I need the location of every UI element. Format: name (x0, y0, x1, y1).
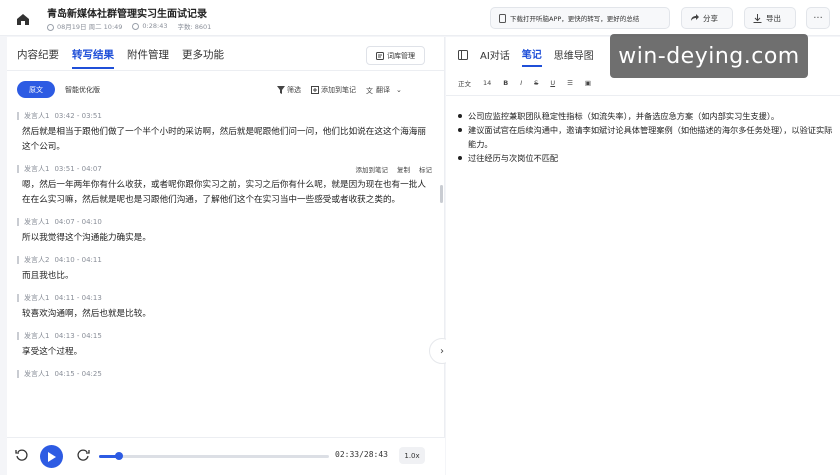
speaker-line: 发言人1 04:13 - 04:15 (17, 330, 432, 342)
underline-button[interactable]: U (550, 79, 555, 87)
divider (446, 95, 840, 96)
left-tabs: 内容纪要 转写结果 附件管理 更多功能 (17, 47, 224, 69)
share-button[interactable]: 分享 (681, 7, 733, 29)
svg-text:文: 文 (366, 86, 373, 94)
playback-time: 02:33/28:43 (335, 450, 388, 459)
speaker-line: 发言人1 04:11 - 04:13 (17, 292, 432, 304)
rewind-icon[interactable] (15, 448, 29, 465)
image-icon[interactable]: ▣ (585, 79, 591, 87)
row-actions: 添加到笔记 复制 标记 (356, 164, 433, 174)
forward-icon[interactable] (76, 448, 90, 465)
transcript-text: 享受这个过程。 (22, 347, 83, 357)
speaker-line: 发言人2 04:10 - 04:11 (17, 254, 432, 266)
chevron-down-icon: ⌄ (396, 86, 402, 94)
note-item[interactable]: 公司应监控兼职团队稳定性指标（如流失率），并备选应急方案（如内部实习生支援）。 (456, 109, 834, 123)
transcript-text: 嗯，然后一年两年你有什么收获，或者呢你跟你实习之前，实习之后你有什么呢，就是因为… (22, 180, 426, 205)
tab-summary[interactable]: 内容纪要 (17, 47, 59, 69)
list-icon[interactable]: ☰ (567, 79, 573, 87)
play-button[interactable] (40, 445, 63, 468)
speaker-line: 发言人1 03:51 - 04:07 添加到笔记 复制 标记 (17, 163, 432, 175)
smart-version-button[interactable]: 智能优化版 (65, 85, 100, 95)
share-icon (691, 14, 699, 21)
notes-list: 公司应监控兼职团队稳定性指标（如流失率），并备选应急方案（如内部实习生支援）。 … (456, 109, 834, 165)
row-add-note-button[interactable]: 添加到笔记 (356, 164, 389, 174)
transcript-entry[interactable]: 发言人1 04:07 - 04:10 所以我觉得这个沟通能力确实是。 (17, 216, 432, 246)
row-copy-button[interactable]: 复制 (397, 164, 410, 174)
note-add-icon (311, 86, 319, 94)
row-mark-button[interactable]: 标记 (419, 164, 432, 174)
version-toggle: 原文 智能优化版 (17, 81, 100, 98)
home-icon[interactable] (12, 8, 34, 30)
speed-button[interactable]: 1.0x (399, 447, 425, 464)
tab-mindmap[interactable]: 思维导图 (554, 47, 594, 66)
tab-attachments[interactable]: 附件管理 (127, 47, 169, 69)
progress-handle[interactable] (115, 452, 124, 460)
play-icon (48, 451, 56, 462)
tab-more[interactable]: 更多功能 (182, 47, 224, 69)
download-app-button[interactable]: 下载打开听脑APP，更快的转写，更好的总结 (490, 7, 670, 29)
bold-button[interactable]: B (503, 79, 508, 87)
progress-track[interactable] (99, 452, 329, 460)
speaker-line: 发言人1 04:07 - 04:10 (17, 216, 432, 228)
strikethrough-button[interactable]: S (534, 79, 538, 87)
word-count: 字数: 8601 (177, 23, 212, 31)
font-size-select[interactable]: 14 (483, 79, 491, 87)
date-info: 08月19日 周二 10:49 (47, 21, 122, 31)
duration-info: 0:28:43 (132, 22, 167, 30)
sidebar-toggle-icon[interactable] (458, 50, 468, 63)
transcript-text: 然后就是相当于跟他们做了一个半个小时的采访啊，然后就是呢跟他们问一问，他们比如说… (22, 127, 426, 152)
original-version-button[interactable]: 原文 (17, 81, 55, 98)
translate-button[interactable]: 文 翻译 ⌄ (366, 85, 402, 95)
document-title: 青岛新媒体社群管理实习生面试记录 (47, 9, 207, 20)
format-toolbar: 正文 14 B I S U ☰ ▣ (458, 78, 591, 88)
filter-icon (277, 86, 285, 94)
book-icon (376, 51, 384, 60)
tab-ai-chat[interactable]: AI对话 (480, 47, 510, 66)
document-meta: 08月19日 周二 10:49 0:28:43 字数: 8601 (47, 21, 211, 31)
speaker-line: 发言人1 03:42 - 03:51 (17, 110, 432, 122)
filter-button[interactable]: 筛选 (277, 85, 301, 95)
translate-icon: 文 (366, 86, 373, 94)
transcript-entry[interactable]: 发言人1 04:15 - 04:25 (17, 368, 432, 380)
vocab-manage-button[interactable]: 词库管理 (366, 46, 425, 65)
phone-icon (499, 13, 506, 23)
note-item[interactable]: 过往经历与次岗位不匹配 (456, 151, 834, 165)
transcript-text: 较喜欢沟通啊，然后也就是比较。 (22, 309, 151, 319)
transcript-entry[interactable]: 发言人1 03:51 - 04:07 添加到笔记 复制 标记 嗯，然后一年两年你有… (17, 163, 432, 208)
paragraph-style-select[interactable]: 正文 (458, 78, 471, 88)
app-header: 青岛新媒体社群管理实习生面试记录 08月19日 周二 10:49 0:28:43… (0, 0, 840, 36)
right-tabs: AI对话 笔记 思维导图 (458, 46, 594, 67)
transcript-text: 所以我觉得这个沟通能力确实是。 (22, 233, 151, 243)
divider (7, 70, 445, 71)
italic-button[interactable]: I (520, 79, 522, 87)
transcript-text: 而且我也比。 (22, 271, 74, 281)
speaker-line: 发言人1 04:15 - 04:25 (17, 368, 432, 380)
watermark: win-deying.com (610, 34, 808, 78)
notes-panel: AI对话 笔记 思维导图 正文 14 B I S U ☰ ▣ 公司应监控兼职团队… (446, 37, 840, 475)
note-item[interactable]: 建议面试官在后续沟通中，邀请李如斌讨论具体管理案例（如他描述的海尔多任务处理），… (456, 123, 834, 151)
transcript-entry[interactable]: 发言人1 04:11 - 04:13 较喜欢沟通啊，然后也就是比较。 (17, 292, 432, 322)
tab-notes[interactable]: 笔记 (521, 46, 542, 67)
calendar-icon (47, 23, 54, 31)
transcript-list: 发言人1 03:42 - 03:51 然后就是相当于跟他们做了一个半个小时的采访啊… (17, 110, 432, 430)
download-icon (753, 13, 762, 23)
transcript-entry[interactable]: 发言人2 04:10 - 04:11 而且我也比。 (17, 254, 432, 284)
scrollbar-thumb[interactable] (440, 185, 443, 203)
export-button[interactable]: 导出 (744, 7, 796, 29)
tab-transcript[interactable]: 转写结果 (72, 47, 114, 69)
audio-player: 02:33/28:43 1.0x (7, 437, 445, 475)
add-to-note-button[interactable]: 添加到笔记 (311, 85, 356, 95)
more-options-button[interactable]: ··· (806, 7, 830, 29)
transcript-entry[interactable]: 发言人1 03:42 - 03:51 然后就是相当于跟他们做了一个半个小时的采访啊… (17, 110, 432, 155)
clock-icon (132, 22, 140, 30)
transcript-panel: 内容纪要 转写结果 附件管理 更多功能 词库管理 原文 智能优化版 筛选 添加到… (7, 37, 445, 475)
transcript-entry[interactable]: 发言人1 04:13 - 04:15 享受这个过程。 (17, 330, 432, 360)
transcript-tools: 筛选 添加到笔记 文 翻译 ⌄ (277, 85, 402, 95)
